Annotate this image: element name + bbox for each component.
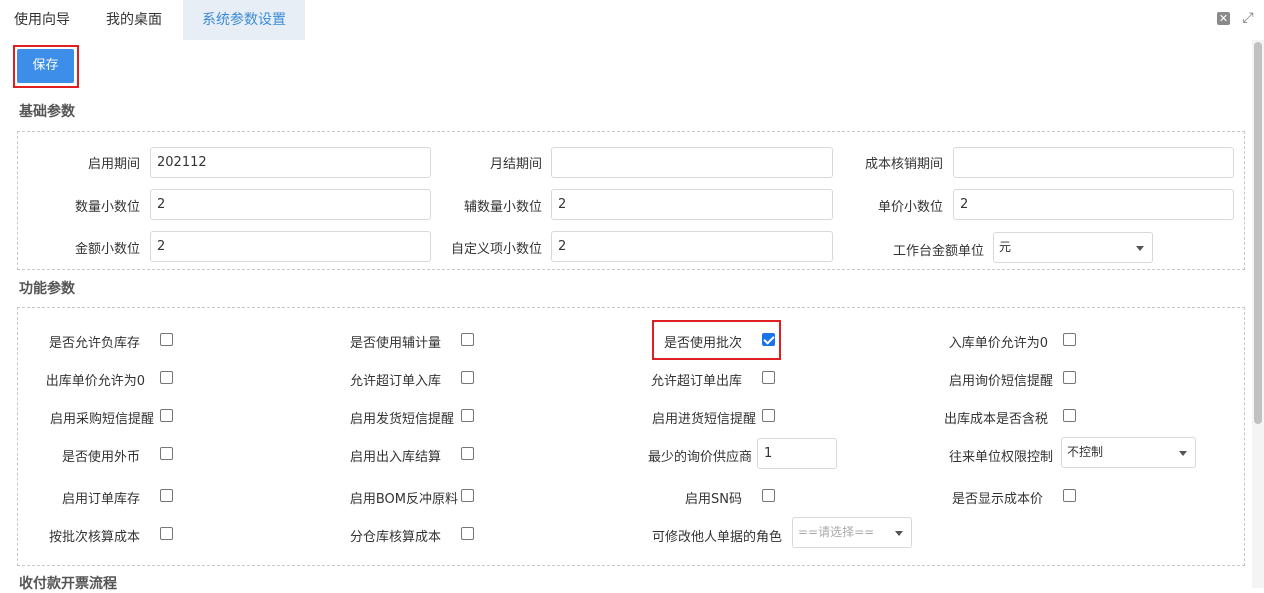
- edit-others-role-select[interactable]: ==请选择==: [792, 517, 912, 548]
- enable-receipt-sms-checkbox[interactable]: [762, 409, 775, 422]
- edit-others-role-label: 可修改他人单据的角色: [651, 530, 782, 545]
- allow-over-order-in-checkbox[interactable]: [461, 371, 474, 384]
- fullscreen-icon[interactable]: ⤢: [1241, 11, 1255, 25]
- outbound-cost-tax-label: 出库成本是否含税: [943, 412, 1048, 427]
- cost-write-off-input[interactable]: [953, 147, 1234, 178]
- allow-negative-stock-checkbox[interactable]: [160, 333, 173, 346]
- start-period-input[interactable]: 202112: [150, 147, 431, 178]
- enable-purchase-sms-label: 启用采购短信提醒: [49, 412, 154, 427]
- show-cost-price-label: 是否显示成本价: [951, 492, 1043, 507]
- allow-over-order-out-label: 允许超订单出库: [650, 374, 742, 389]
- cost-write-off-label: 成本核销期间: [864, 157, 943, 172]
- enable-bom-backflush-checkbox[interactable]: [461, 489, 474, 502]
- tab-bar: 使用向导 我的桌面 系统参数设置 ✕ ⤢: [0, 0, 1264, 40]
- qty-decimals-input[interactable]: 2: [150, 189, 431, 220]
- edit-others-role-placeholder: ==请选择==: [798, 525, 875, 539]
- use-aux-qty-label: 是否使用辅计量: [349, 336, 441, 351]
- amount-decimals-input[interactable]: 2: [150, 231, 431, 262]
- section-title-basic: 基础参数: [19, 104, 75, 120]
- enable-delivery-sms-checkbox[interactable]: [461, 409, 474, 422]
- warehouse-costing-label: 分仓库核算成本: [349, 530, 441, 545]
- tab-system-settings[interactable]: 系统参数设置: [183, 0, 305, 40]
- min-inquiry-suppliers-label: 最少的询价供应商: [647, 450, 752, 465]
- enable-io-settlement-checkbox[interactable]: [461, 447, 474, 460]
- enable-receipt-sms-label: 启用进货短信提醒: [651, 412, 756, 427]
- tab-guide[interactable]: 使用向导: [0, 0, 84, 40]
- use-foreign-currency-label: 是否使用外币: [61, 450, 140, 465]
- aux-qty-decimals-label: 辅数量小数位: [463, 200, 542, 215]
- enable-sn-label: 启用SN码: [685, 492, 742, 507]
- allow-over-order-in-label: 允许超订单入库: [349, 374, 441, 389]
- enable-purchase-sms-checkbox[interactable]: [160, 409, 173, 422]
- start-period-label: 启用期间: [87, 157, 140, 172]
- tab-desktop[interactable]: 我的桌面: [92, 0, 176, 40]
- enable-io-settlement-label: 启用出入库结算: [349, 450, 441, 465]
- enable-delivery-sms-label: 启用发货短信提醒: [349, 412, 454, 427]
- workbench-unit-label: 工作台金额单位: [892, 244, 984, 259]
- month-close-label: 月结期间: [489, 157, 542, 172]
- use-foreign-currency-checkbox[interactable]: [160, 447, 173, 460]
- batch-costing-checkbox[interactable]: [160, 527, 173, 540]
- save-button[interactable]: 保存: [17, 49, 74, 83]
- partner-permission-select[interactable]: 不控制: [1061, 437, 1196, 468]
- section-title-func: 功能参数: [19, 281, 75, 297]
- unit-price-decimals-input[interactable]: 2: [953, 189, 1234, 220]
- chevron-down-icon: [895, 531, 903, 536]
- enable-inquiry-sms-label: 启用询价短信提醒: [948, 374, 1053, 389]
- amount-decimals-label: 金额小数位: [74, 242, 140, 257]
- custom-decimals-input[interactable]: 2: [551, 231, 833, 262]
- use-aux-qty-checkbox[interactable]: [461, 333, 474, 346]
- show-cost-price-checkbox[interactable]: [1063, 489, 1076, 502]
- inbound-price-zero-label: 入库单价允许为0: [948, 336, 1048, 351]
- enable-inquiry-sms-checkbox[interactable]: [1063, 371, 1076, 384]
- batch-costing-label: 按批次核算成本: [48, 530, 140, 545]
- unit-price-decimals-label: 单价小数位: [877, 200, 943, 215]
- enable-sn-checkbox[interactable]: [762, 489, 775, 502]
- enable-bom-backflush-label: 启用BOM反冲原料: [349, 492, 458, 507]
- outbound-cost-tax-checkbox[interactable]: [1063, 409, 1076, 422]
- chevron-down-icon: [1136, 246, 1144, 251]
- partner-permission-value: 不控制: [1067, 445, 1104, 459]
- workbench-unit-select[interactable]: 元: [993, 232, 1153, 263]
- enable-order-stock-label: 启用订单库存: [61, 492, 140, 507]
- min-inquiry-suppliers-input[interactable]: 1: [757, 438, 837, 469]
- inbound-price-zero-checkbox[interactable]: [1063, 333, 1076, 346]
- enable-order-stock-checkbox[interactable]: [160, 489, 173, 502]
- section-title-payment: 收付款开票流程: [19, 576, 117, 592]
- scrollbar-thumb[interactable]: [1254, 42, 1262, 424]
- close-tab-icon[interactable]: ✕: [1217, 12, 1230, 25]
- qty-decimals-label: 数量小数位: [74, 200, 140, 215]
- outbound-price-zero-label: 出库单价允许为0: [45, 374, 145, 389]
- workbench-unit-value: 元: [999, 240, 1012, 254]
- allow-over-order-out-checkbox[interactable]: [762, 371, 775, 384]
- allow-negative-stock-label: 是否允许负库存: [48, 336, 140, 351]
- partner-permission-label: 往来单位权限控制: [948, 450, 1053, 465]
- month-close-input[interactable]: [551, 147, 833, 178]
- use-batch-checkbox[interactable]: [762, 333, 775, 346]
- use-batch-label: 是否使用批次: [663, 336, 742, 351]
- warehouse-costing-checkbox[interactable]: [461, 527, 474, 540]
- aux-qty-decimals-input[interactable]: 2: [551, 189, 833, 220]
- chevron-down-icon: [1179, 451, 1187, 456]
- custom-decimals-label: 自定义项小数位: [450, 242, 542, 257]
- outbound-price-zero-checkbox[interactable]: [160, 371, 173, 384]
